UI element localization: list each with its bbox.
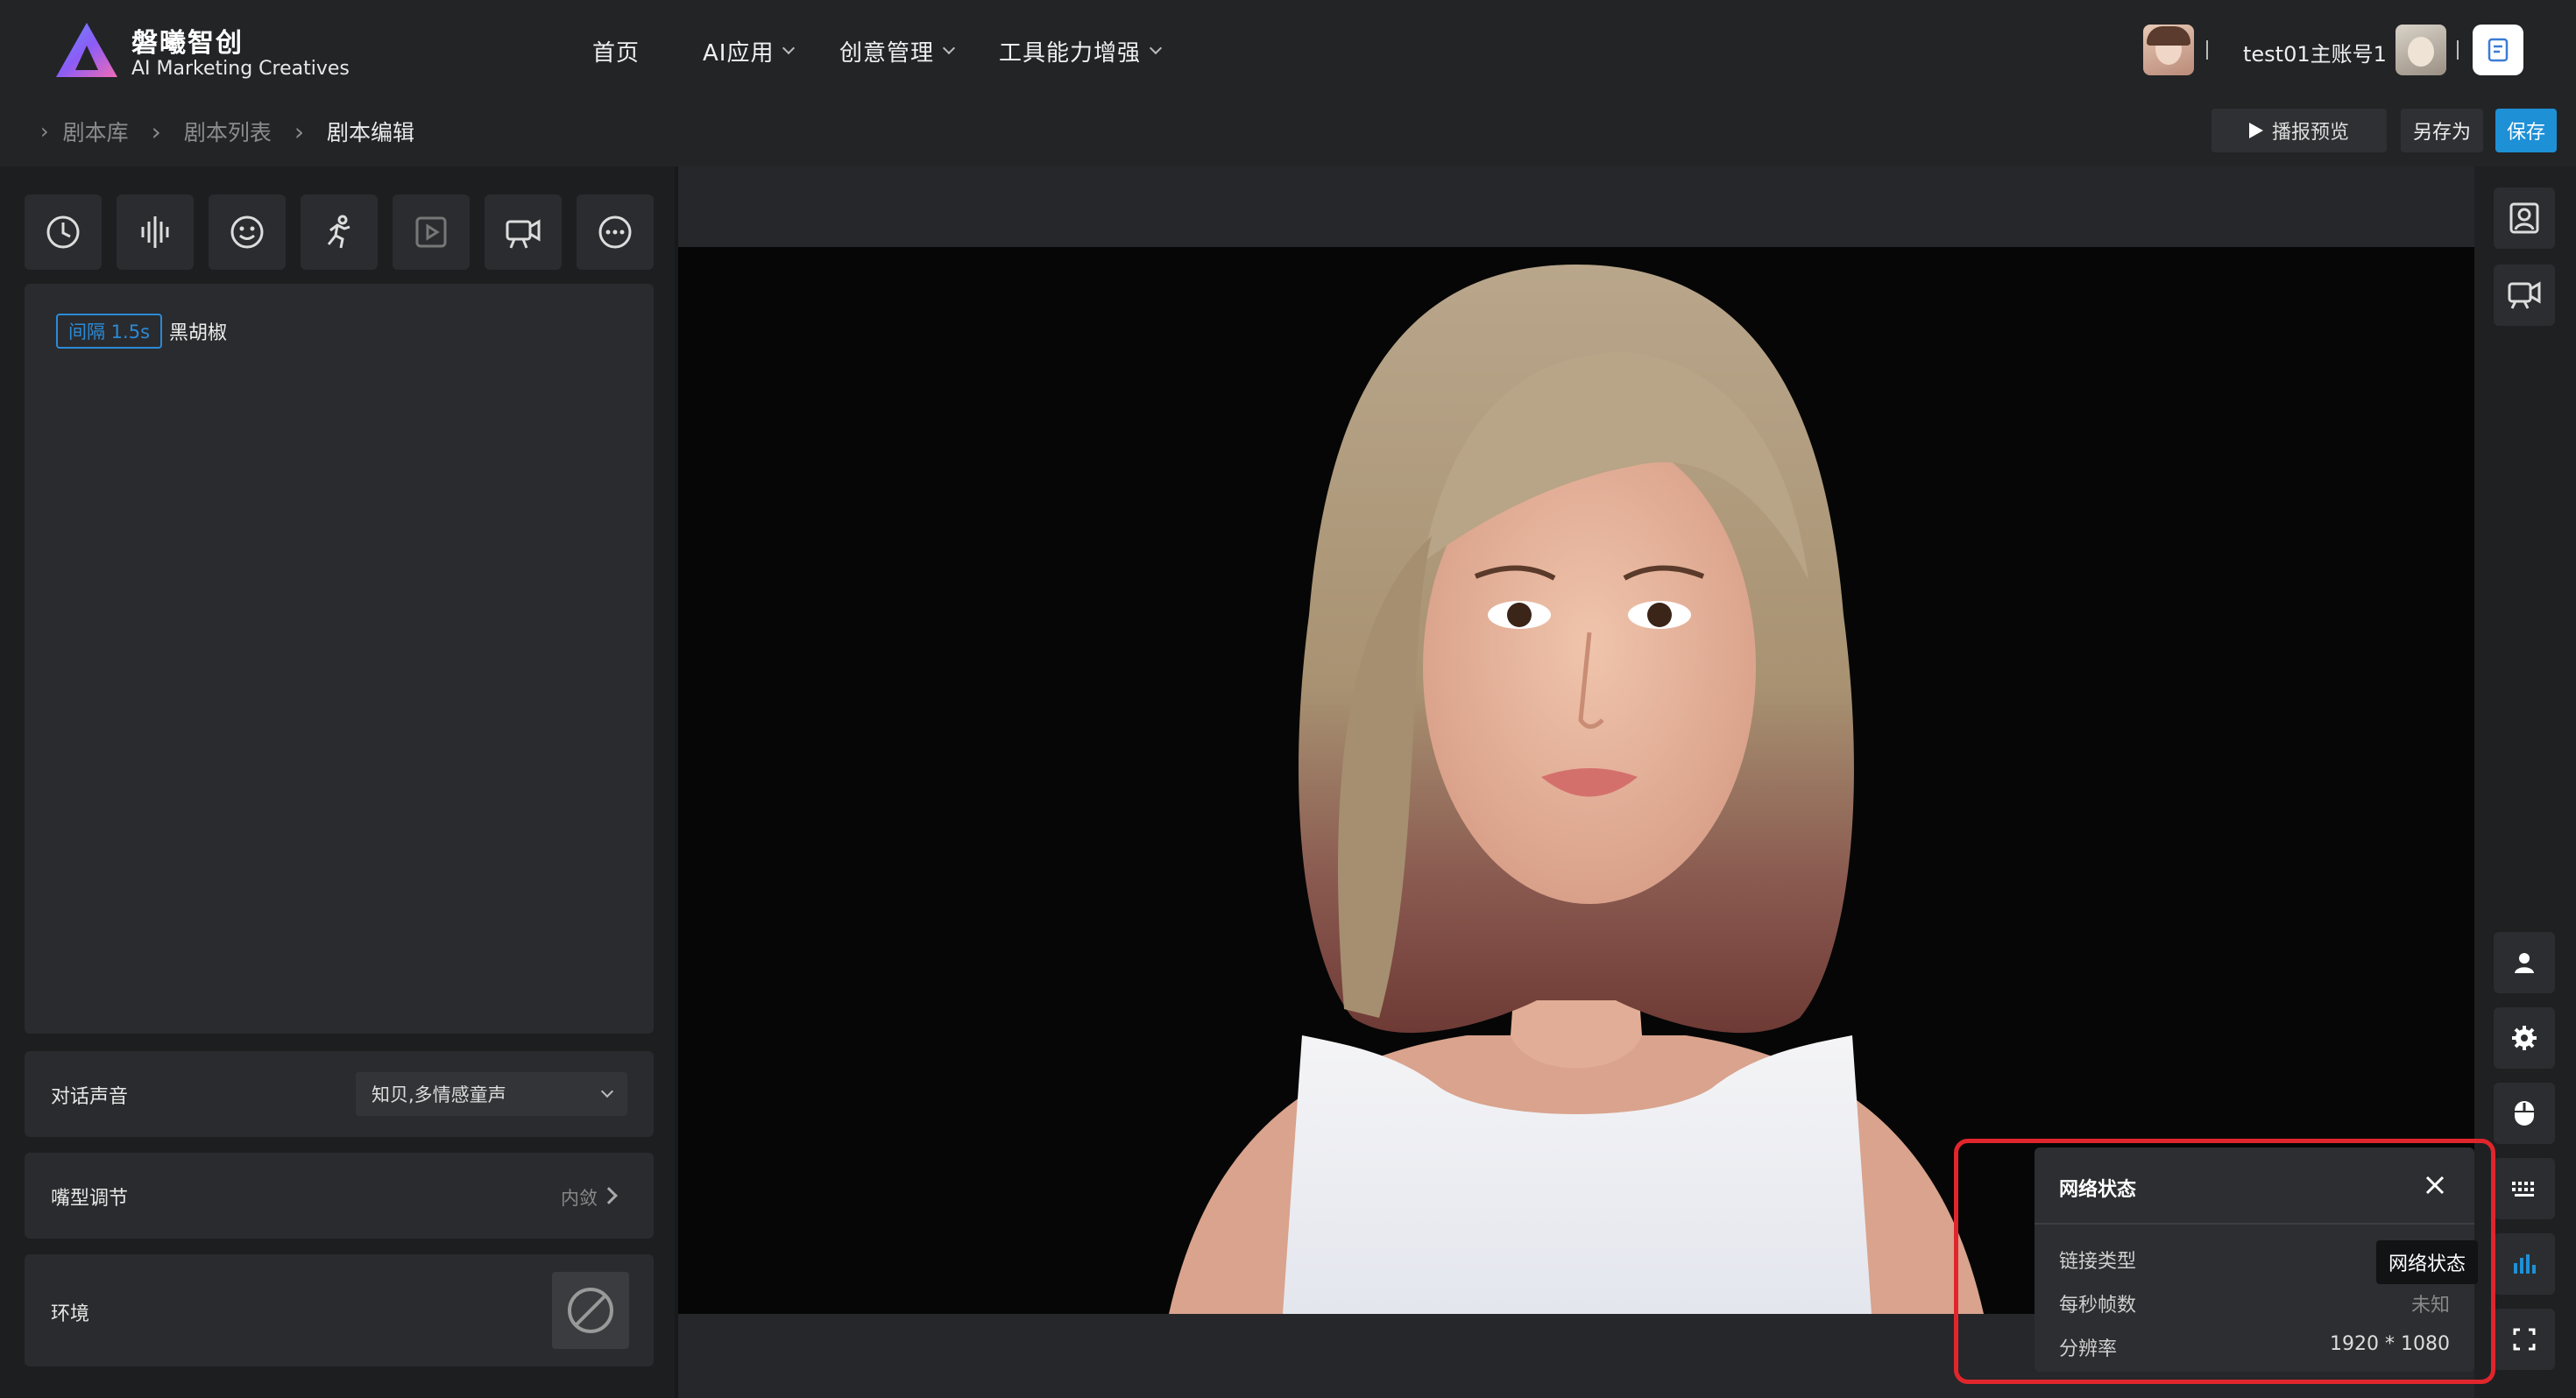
user-icon [2515, 953, 2534, 973]
mouse-icon [2515, 1101, 2534, 1126]
divider [2206, 40, 2208, 60]
smiley-icon[interactable] [209, 194, 286, 270]
mouth-value: 内敛 [561, 1188, 598, 1209]
breadcrumb-item[interactable]: 剧本库 [63, 116, 129, 147]
chevron-down-icon [1149, 41, 1163, 55]
chevron-right-icon: › [40, 119, 49, 144]
environment-setting: 环境 [25, 1254, 654, 1366]
top-navbar: 磐曦智创 AI Marketing Creatives 首页 AI应用 创意管理… [0, 0, 2576, 103]
camera-icon [2508, 281, 2541, 309]
portrait-button[interactable] [2494, 187, 2555, 249]
brand-subtitle: AI Marketing Creatives [131, 58, 350, 80]
fullscreen-icon [2513, 1328, 2536, 1351]
divider [2457, 40, 2459, 60]
interval-tag[interactable]: 间隔 1.5s [56, 314, 163, 349]
document-icon [2488, 38, 2509, 62]
chevron-down-icon [600, 1084, 614, 1098]
save-as-button[interactable]: 另存为 [2401, 109, 2483, 152]
chevron-down-icon [942, 41, 956, 55]
mouse-button[interactable] [2494, 1083, 2555, 1144]
gear-icon [2512, 1026, 2537, 1050]
voice-select[interactable]: 知贝,多情感童声 [356, 1072, 627, 1116]
environment-label: 环境 [51, 1303, 90, 1325]
nav-ai-apps[interactable]: AI应用 [703, 33, 796, 68]
save-button[interactable]: 保存 [2495, 109, 2557, 152]
bar-chart-icon [2514, 1254, 2536, 1274]
chevron-right-icon: › [151, 116, 161, 146]
waveform-icon[interactable] [117, 194, 194, 270]
script-text: 黑胡椒 [169, 322, 228, 344]
settings-button[interactable] [2494, 1007, 2555, 1069]
chevron-right-icon [600, 1187, 618, 1204]
camera-button[interactable] [2494, 265, 2555, 326]
nav-home[interactable]: 首页 [592, 33, 640, 68]
camera-icon[interactable] [485, 194, 562, 270]
chevron-right-icon: › [294, 116, 305, 146]
nav-creative-management[interactable]: 创意管理 [839, 33, 956, 68]
preview-button[interactable]: 播报预览 [2212, 109, 2387, 152]
breadcrumb-current: 剧本编辑 [327, 120, 415, 145]
keyboard-button[interactable] [2494, 1158, 2555, 1219]
prohibited-icon [568, 1288, 613, 1333]
voice-setting: 对话声音 知贝,多情感童声 [25, 1051, 654, 1137]
no-environment-button[interactable] [552, 1272, 629, 1349]
script-editor[interactable]: 间隔 1.5s 黑胡椒 [25, 284, 654, 1034]
breadcrumb: › 剧本库 › 剧本列表 › 剧本编辑 [40, 116, 414, 147]
mouth-label: 嘴型调节 [51, 1188, 129, 1210]
avatar[interactable] [2143, 25, 2194, 75]
video-icon[interactable] [393, 194, 470, 270]
play-icon [2248, 123, 2263, 138]
fullscreen-button[interactable] [2494, 1309, 2555, 1370]
running-icon[interactable] [301, 194, 378, 270]
chevron-down-icon [782, 41, 796, 55]
brand-name: 磐曦智创 [131, 28, 244, 59]
nav-tool-enhancement[interactable]: 工具能力增强 [999, 33, 1163, 68]
user-button[interactable] [2494, 932, 2555, 993]
triangle-logo-icon[interactable] [54, 21, 119, 79]
keyboard-icon [2512, 1182, 2534, 1197]
network-status-button[interactable] [2494, 1233, 2555, 1295]
account-name[interactable]: test01主账号1 [2243, 37, 2387, 67]
portrait-icon [2509, 202, 2539, 234]
clock-icon[interactable] [25, 194, 102, 270]
avatar[interactable] [2396, 25, 2446, 75]
more-icon[interactable] [577, 194, 654, 270]
breadcrumb-item[interactable]: 剧本列表 [184, 116, 272, 147]
voice-label: 对话声音 [51, 1086, 129, 1108]
highlight-frame [1954, 1139, 2495, 1384]
notes-button[interactable] [2473, 25, 2523, 75]
mouth-setting[interactable]: 嘴型调节 内敛 [25, 1153, 654, 1239]
